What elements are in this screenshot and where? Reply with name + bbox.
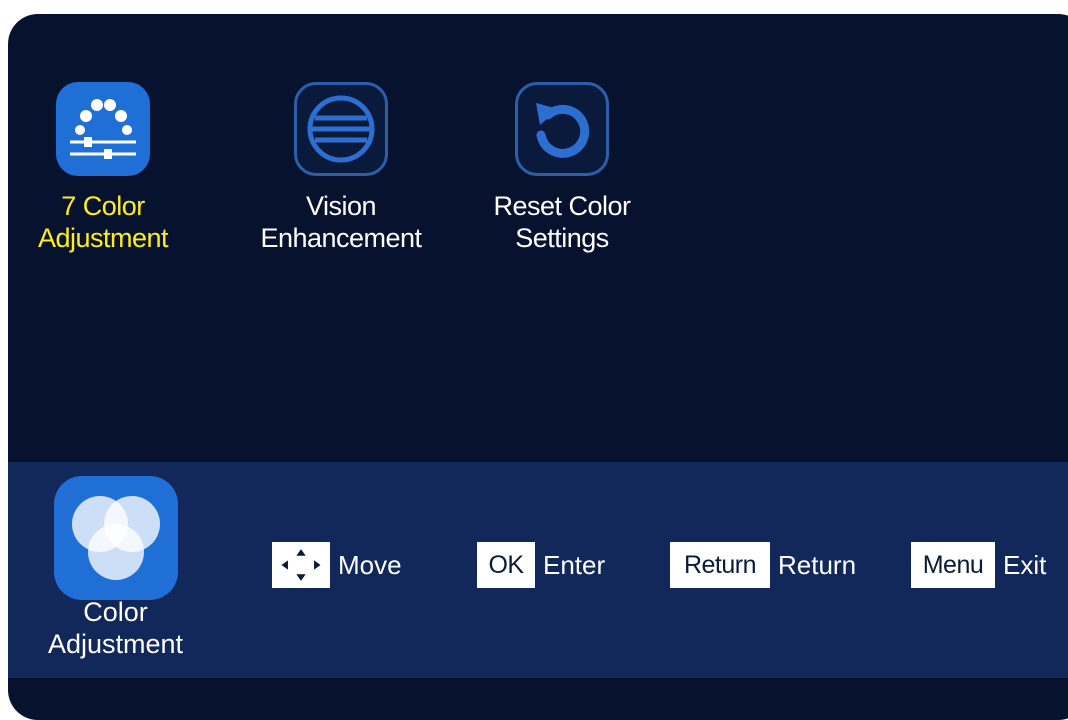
hint-label: Exit <box>1003 549 1047 580</box>
hint-return: Return Return <box>670 542 856 588</box>
menu-item-label: 7 Color Adjustment <box>37 191 169 253</box>
dpad-arrows-icon <box>272 542 330 588</box>
reset-arrow-icon <box>515 82 609 176</box>
hint-label: Enter <box>543 549 606 580</box>
footer-bar: Color Adjustment Move OK Enter Return Re… <box>8 462 1068 678</box>
return-key: Return <box>670 542 770 588</box>
menu-item-label: Reset Color Settings <box>493 191 631 253</box>
menu-key: Menu <box>911 542 995 588</box>
color-sliders-icon <box>56 82 150 176</box>
hint-label: Return <box>778 549 857 580</box>
current-section-label: Color Adjustment <box>47 597 184 659</box>
hint-label: Move <box>338 549 402 580</box>
vision-lines-icon <box>294 82 388 176</box>
menu-item-7-color-adjustment[interactable]: 7 Color Adjustment <box>8 82 203 254</box>
menu-item-label: Vision Enhancement <box>260 191 422 253</box>
ok-key: OK <box>477 542 535 588</box>
hint-enter: OK Enter <box>477 542 605 588</box>
menu-item-vision-enhancement[interactable]: Vision Enhancement <box>241 82 441 254</box>
osd-menu-panel: 7 Color Adjustment Vision Enhancement Re… <box>8 14 1068 720</box>
hint-move: Move <box>272 542 402 588</box>
color-circles-icon <box>53 476 178 600</box>
menu-item-reset-color-settings[interactable]: Reset Color Settings <box>462 82 662 254</box>
current-section: Color Adjustment <box>8 476 223 664</box>
hint-exit: Menu Exit <box>911 542 1046 588</box>
